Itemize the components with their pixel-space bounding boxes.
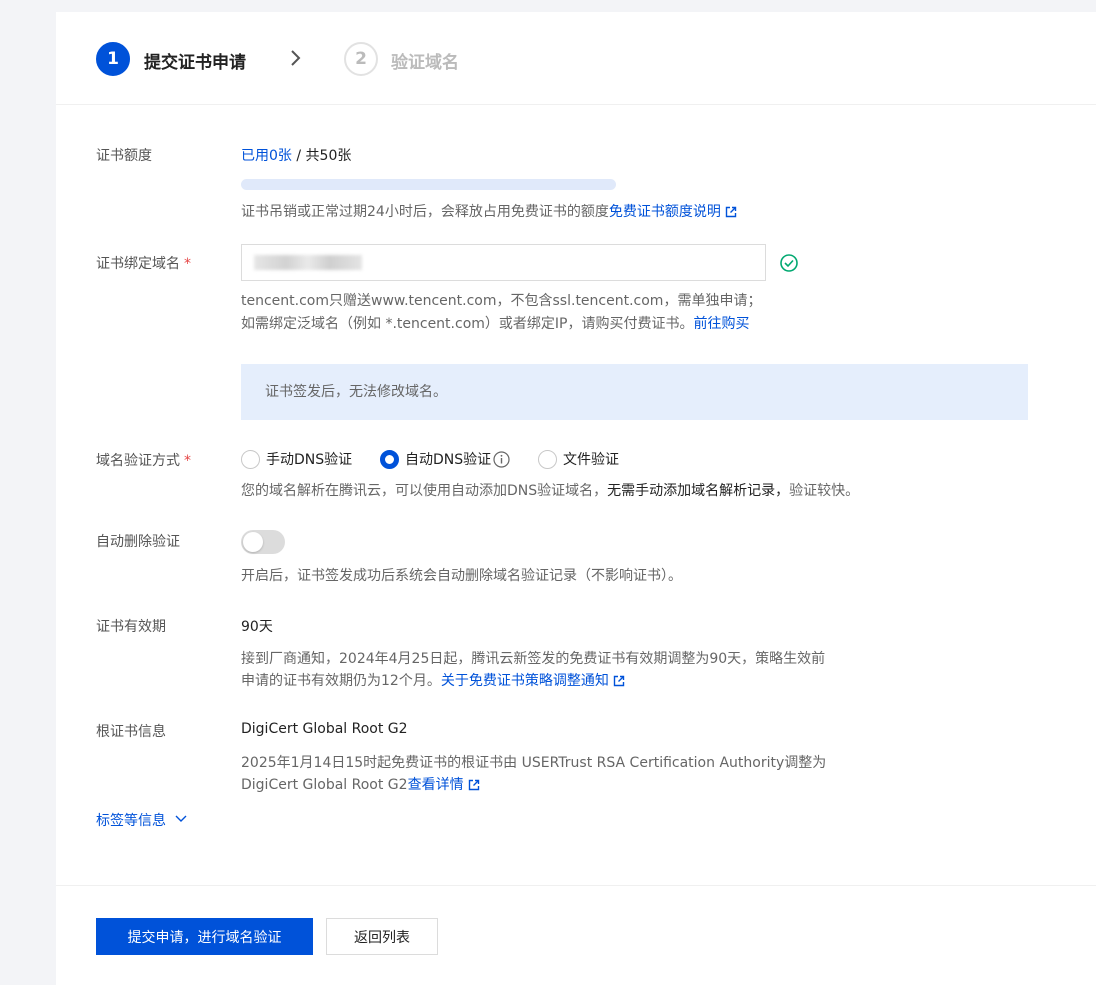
quota-value: 已用0张 / 共50张 (241, 145, 351, 165)
radio-manual-dns[interactable]: 手动DNS验证 (241, 449, 352, 469)
quota-help-link[interactable]: 免费证书额度说明 (609, 204, 737, 220)
step-1-number: 1 (96, 42, 130, 76)
step-2-label: 验证域名 (391, 53, 459, 73)
view-details-link[interactable]: 查看详情 (408, 777, 480, 793)
quota-label: 证书额度 (96, 148, 152, 164)
external-link-icon[interactable] (468, 779, 480, 791)
radio-button-checked-icon[interactable] (380, 449, 399, 469)
more-info-label[interactable]: 标签等信息 (96, 813, 166, 829)
domain-label-text: 证书绑定域名 (96, 256, 180, 272)
auto-delete-label: 自动删除验证 (96, 534, 180, 550)
auto-delete-hint: 开启后，证书签发成功后系统会自动删除域名验证记录（不影响证书）。 (241, 568, 682, 584)
quota-hint: 证书吊销或正常过期24小时后，会释放占用免费证书的额度免费证书额度说明 (241, 201, 737, 223)
root-cert-hint-line1: 2025年1月14日15时起免费证书的根证书由 USERTrust RSA Ce… (241, 755, 827, 771)
verify-hint-prefix: 您的域名解析在腾讯云，可以使用自动添加DNS验证域名， (241, 483, 608, 499)
required-mark: * (184, 256, 191, 272)
policy-notice-link-text[interactable]: 关于免费证书策略调整通知 (441, 673, 609, 689)
chevron-right-icon (291, 50, 301, 66)
view-details-link-text[interactable]: 查看详情 (408, 777, 464, 793)
domain-notice-text: 证书签发后，无法修改域名。 (265, 384, 447, 400)
toggle-knob[interactable] (243, 532, 263, 552)
quota-total: 共50张 (305, 148, 352, 164)
domain-hint-line1: tencent.com只赠送www.tencent.com，不包含ssl.ten… (241, 293, 762, 309)
verify-hint-suffix: 验证较快。 (789, 483, 860, 499)
quota-hint-text: 证书吊销或正常过期24小时后，会释放占用免费证书的额度 (241, 204, 609, 220)
form-footer: 提交申请，进行域名验证 返回列表 (56, 885, 1096, 985)
info-icon[interactable] (493, 450, 510, 468)
chevron-down-icon[interactable] (174, 814, 188, 824)
external-link-icon[interactable] (725, 206, 737, 218)
external-link-icon[interactable] (613, 675, 625, 687)
check-circle-icon (780, 254, 798, 272)
domain-input[interactable] (241, 244, 766, 281)
submit-button[interactable]: 提交申请，进行域名验证 (96, 918, 313, 955)
validity-hint-line2-text: 申请的证书有效期仍为12个月。 (241, 673, 441, 689)
verify-label-text: 域名验证方式 (96, 453, 180, 469)
verify-label: 域名验证方式 * (96, 450, 191, 470)
radio-auto-dns-label: 自动DNS验证 (405, 452, 492, 468)
steps-header: 1 提交证书申请 2 验证域名 (56, 12, 1096, 105)
validity-hint-line2: 申请的证书有效期仍为12个月。关于免费证书策略调整通知 (241, 670, 625, 692)
domain-hint-line2: 如需绑定泛域名（例如 *.tencent.com）或者绑定IP，请购买付费证书。… (241, 313, 749, 335)
root-cert-label: 根证书信息 (96, 724, 166, 740)
radio-file[interactable]: 文件验证 (538, 449, 619, 469)
quota-help-link-text[interactable]: 免费证书额度说明 (609, 204, 721, 220)
auto-delete-toggle[interactable] (241, 530, 285, 554)
domain-notice: 证书签发后，无法修改域名。 (241, 364, 1028, 420)
quota-used: 已用0张 (241, 148, 292, 164)
radio-auto-dns[interactable]: 自动DNS验证 (380, 449, 510, 469)
policy-notice-link[interactable]: 关于免费证书策略调整通知 (441, 673, 625, 689)
quota-separator: / (291, 148, 306, 164)
buy-link[interactable]: 前往购买 (693, 316, 749, 332)
radio-button-icon[interactable] (538, 449, 557, 469)
apply-card: 1 提交证书申请 2 验证域名 证书额度 已用0张 / 共50张 证书吊销或正常… (56, 12, 1096, 985)
required-mark: * (184, 453, 191, 469)
radio-file-label: 文件验证 (563, 452, 619, 468)
redacted-domain-value (254, 255, 362, 270)
radio-button-icon[interactable] (241, 449, 260, 469)
domain-hint-line2-text: 如需绑定泛域名（例如 *.tencent.com）或者绑定IP，请购买付费证书。 (241, 316, 694, 332)
root-cert-hint-line2-text: DigiCert Global Root G2 (241, 777, 408, 793)
validity-hint-line1: 接到厂商通知，2024年4月25日起，腾讯云新签发的免费证书有效期调整为90天，… (241, 651, 826, 667)
more-info-toggle[interactable]: 标签等信息 (96, 810, 188, 830)
back-to-list-button[interactable]: 返回列表 (326, 918, 438, 955)
root-cert-value: DigiCert Global Root G2 (241, 721, 408, 737)
step-1-label: 提交证书申请 (144, 53, 246, 73)
validity-label: 证书有效期 (96, 619, 166, 635)
radio-manual-dns-label: 手动DNS验证 (266, 452, 353, 468)
domain-label: 证书绑定域名 * (96, 253, 191, 273)
step-2-number: 2 (344, 42, 378, 76)
verify-hint: 您的域名解析在腾讯云，可以使用自动添加DNS验证域名，无需手动添加域名解析记录，… (241, 480, 859, 502)
verify-hint-emphasis: 无需手动添加域名解析记录， (607, 483, 790, 499)
validity-value: 90天 (241, 619, 273, 635)
root-cert-hint-line2: DigiCert Global Root G2查看详情 (241, 774, 480, 796)
quota-progress-bar (241, 179, 616, 190)
